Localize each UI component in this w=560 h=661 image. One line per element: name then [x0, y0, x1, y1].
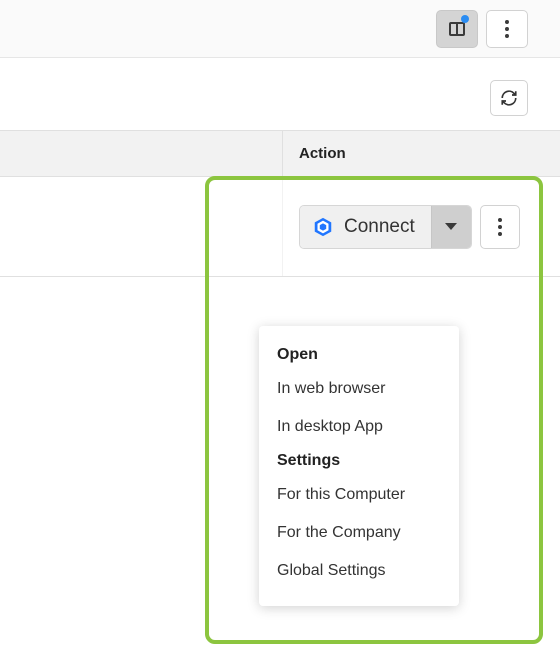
menu-item-web-browser[interactable]: In web browser — [259, 370, 459, 408]
connect-button[interactable]: Connect — [300, 206, 431, 248]
menu-item-desktop-app[interactable]: In desktop App — [259, 408, 459, 446]
layout-toggle-button[interactable] — [436, 10, 478, 48]
menu-section-settings: Settings — [259, 446, 459, 476]
notification-dot — [461, 15, 469, 23]
refresh-button[interactable] — [490, 80, 528, 116]
connect-dropdown-toggle[interactable] — [431, 206, 471, 248]
table-header-row: Action — [0, 131, 560, 177]
menu-item-global-settings[interactable]: Global Settings — [259, 552, 459, 590]
kebab-icon — [498, 218, 502, 236]
table-row: Connect — [0, 177, 560, 277]
connect-split-button: Connect — [299, 205, 472, 249]
top-toolbar — [0, 0, 560, 58]
table: Action Connect — [0, 130, 560, 277]
row-more-button[interactable] — [480, 205, 520, 249]
menu-item-this-computer[interactable]: For this Computer — [259, 476, 459, 514]
refresh-icon — [500, 89, 518, 107]
chevron-down-icon — [445, 223, 457, 230]
connect-label: Connect — [344, 216, 415, 238]
layout-icon — [449, 22, 465, 36]
connect-icon — [312, 216, 334, 238]
more-menu-button[interactable] — [486, 10, 528, 48]
menu-section-open: Open — [259, 340, 459, 370]
connect-dropdown-menu: Open In web browser In desktop App Setti… — [259, 326, 459, 606]
menu-item-company[interactable]: For the Company — [259, 514, 459, 552]
refresh-row — [0, 58, 560, 130]
kebab-icon — [505, 20, 509, 38]
action-cell: Connect — [282, 177, 560, 276]
column-header-action: Action — [282, 131, 560, 176]
